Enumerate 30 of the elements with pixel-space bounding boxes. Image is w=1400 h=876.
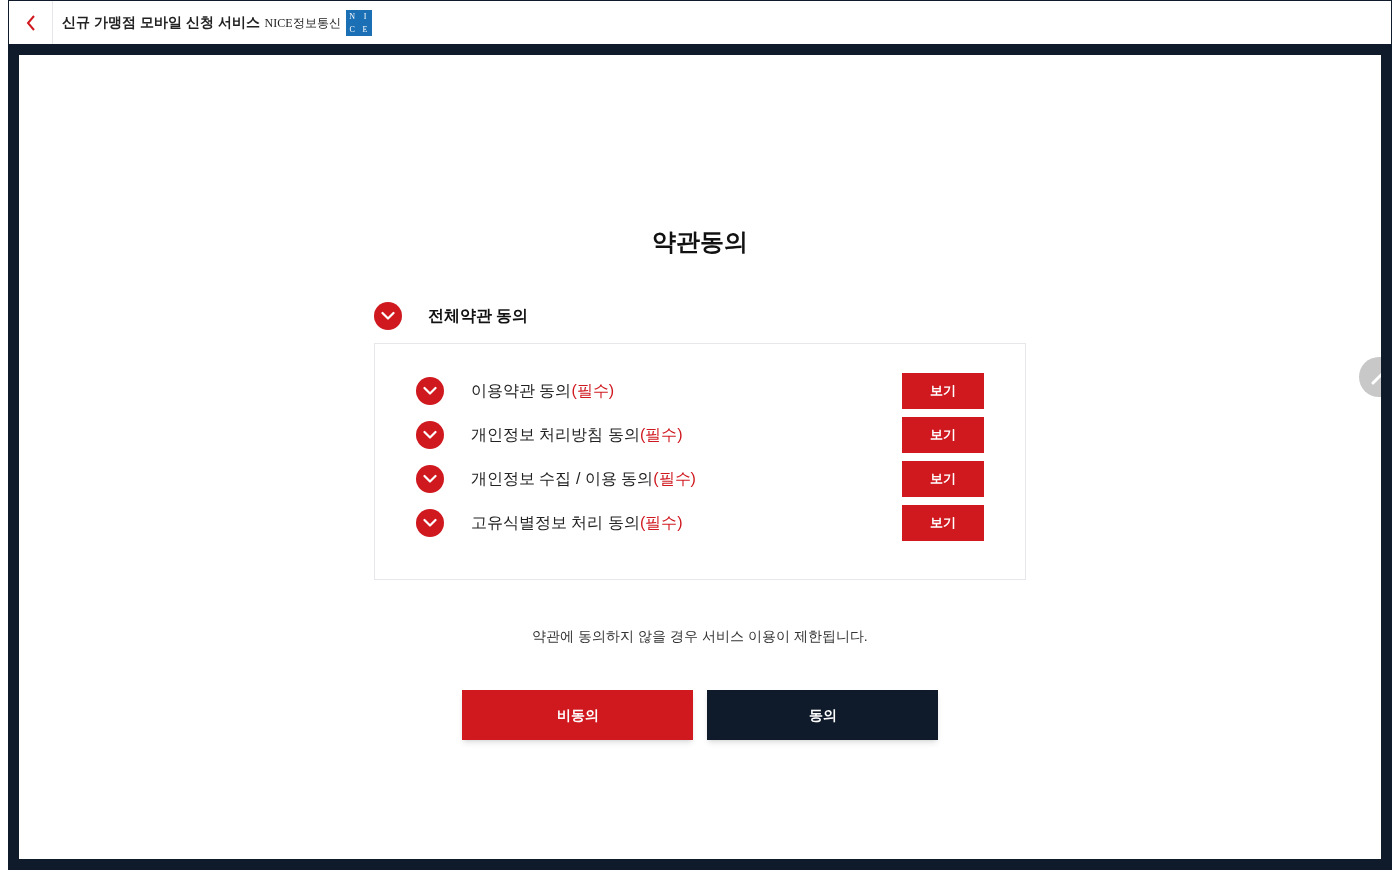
logo-letter: N xyxy=(348,10,356,23)
header-title: 신규 가맹점 모바일 신청 서비스 xyxy=(62,13,260,32)
checkbox[interactable] xyxy=(416,421,444,449)
term-label: 개인정보 수집 / 이용 동의(필수) xyxy=(471,469,697,489)
back-icon xyxy=(25,14,36,31)
term-label: 고유식별정보 처리 동의(필수) xyxy=(471,513,684,533)
logo-letter: E xyxy=(361,23,369,36)
checkbox[interactable] xyxy=(416,465,444,493)
notice-text: 약관에 동의하지 않을 경우 서비스 이용이 제한됩니다. xyxy=(532,627,868,646)
term-label: 이용약관 동의(필수) xyxy=(471,381,616,401)
logo-letter: I xyxy=(362,10,368,23)
view-button[interactable]: 보기 xyxy=(902,373,984,409)
checkmark-icon xyxy=(381,311,395,321)
term-label: 개인정보 처리방침 동의(필수) xyxy=(471,425,684,445)
checkmark-icon xyxy=(423,518,437,528)
checkmark-icon xyxy=(423,474,437,484)
checkbox[interactable] xyxy=(416,377,444,405)
checkbox[interactable] xyxy=(416,509,444,537)
page-heading: 약관동의 xyxy=(652,227,748,257)
logo-letter: C xyxy=(348,23,356,36)
checkmark-icon xyxy=(423,386,437,396)
view-button[interactable]: 보기 xyxy=(902,417,984,453)
checkbox[interactable] xyxy=(374,302,402,330)
decline-button[interactable]: 비동의 xyxy=(462,690,693,740)
checkmark-icon xyxy=(423,430,437,440)
all-agree-label: 전체약관 동의 xyxy=(428,306,529,326)
brand-name: NICE정보통신 xyxy=(264,14,341,32)
view-button[interactable]: 보기 xyxy=(902,461,984,497)
accept-button[interactable]: 동의 xyxy=(707,690,938,740)
view-button[interactable]: 보기 xyxy=(902,505,984,541)
